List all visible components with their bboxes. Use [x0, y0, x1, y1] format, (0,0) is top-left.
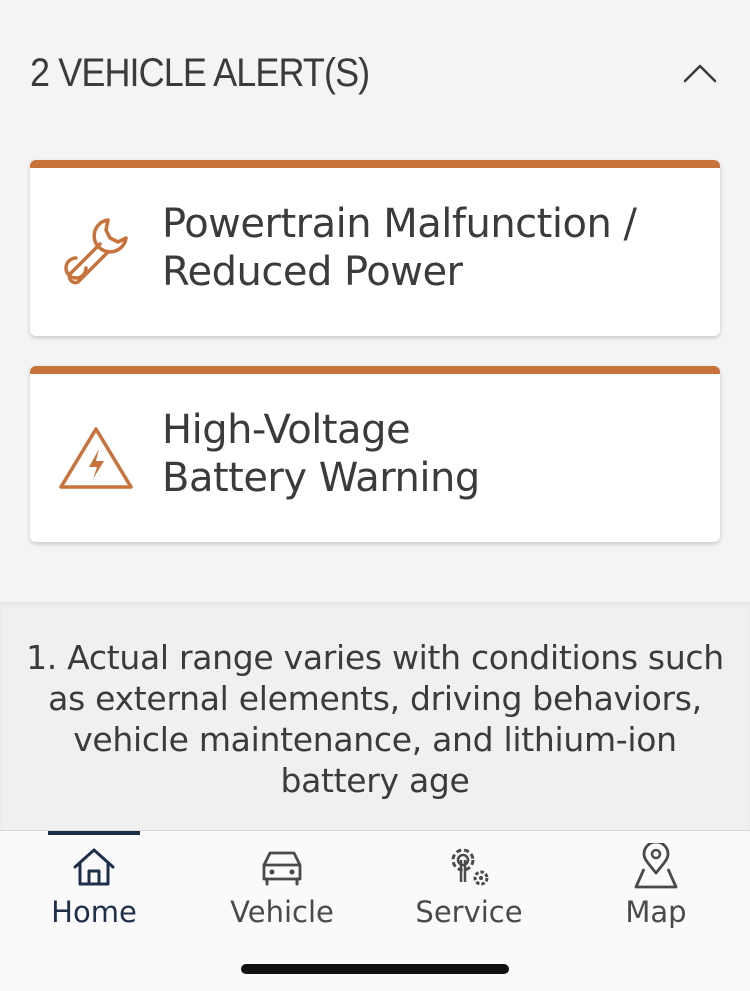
service-gears-icon: [445, 843, 493, 891]
alerts-title: 2 VEHICLE ALERT(S): [30, 50, 370, 95]
nav-item-vehicle[interactable]: Vehicle: [188, 831, 376, 941]
home-icon: [71, 843, 117, 891]
alert-line-2: Reduced Power: [162, 249, 463, 295]
wrench-icon: [30, 202, 162, 302]
alert-text: High-Voltage Battery Warning: [162, 406, 480, 502]
high-voltage-warning-icon: [30, 408, 162, 508]
vehicle-alerts-section: 2 VEHICLE ALERT(S) Powertrain Malfunctio…: [0, 0, 750, 602]
car-icon: [258, 843, 306, 891]
map-pin-icon: [632, 843, 680, 891]
nav-label: Home: [51, 895, 137, 929]
alert-line-1: Powertrain Malfunction /: [162, 201, 637, 247]
alert-card-powertrain[interactable]: Powertrain Malfunction / Reduced Power: [30, 160, 720, 336]
alerts-header[interactable]: 2 VEHICLE ALERT(S): [30, 48, 720, 98]
alert-line-1: High-Voltage: [162, 407, 411, 453]
nav-item-service[interactable]: Service: [375, 831, 563, 941]
range-footnote: 1. Actual range varies with conditions s…: [26, 638, 724, 800]
alert-line-2: Battery Warning: [162, 455, 480, 501]
chevron-up-icon[interactable]: [680, 53, 720, 93]
nav-label: Service: [415, 895, 523, 929]
alert-text: Powertrain Malfunction / Reduced Power: [162, 200, 637, 296]
alert-card-high-voltage[interactable]: High-Voltage Battery Warning: [30, 366, 720, 542]
nav-label: Vehicle: [230, 895, 334, 929]
nav-label: Map: [625, 895, 687, 929]
nav-item-map[interactable]: Map: [562, 831, 750, 941]
nav-item-home[interactable]: Home: [0, 831, 188, 941]
footnote-section: 1. Actual range varies with conditions s…: [0, 602, 750, 830]
home-indicator-bar[interactable]: [241, 964, 509, 974]
